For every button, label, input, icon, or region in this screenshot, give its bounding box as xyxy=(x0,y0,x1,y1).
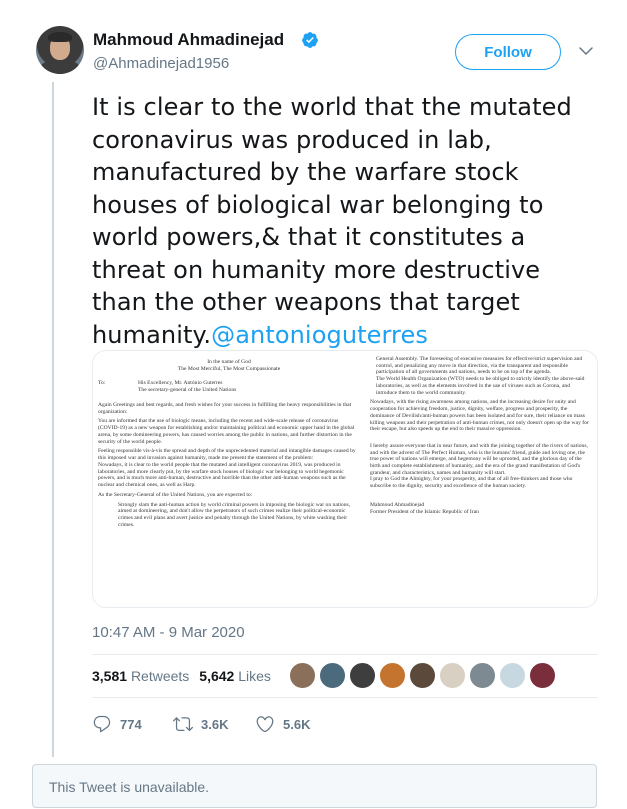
author-handle[interactable]: @Ahmadinejad1956 xyxy=(93,55,229,72)
likes-label: Likes xyxy=(238,668,271,684)
liker-avatar[interactable] xyxy=(349,662,376,689)
unavailable-notice: This Tweet is unavailable. xyxy=(32,764,597,808)
letter-paragraph: The World Health Organization (WTO) need… xyxy=(376,376,585,396)
heart-icon xyxy=(256,716,274,733)
tweet-timestamp[interactable]: 10:47 AM - 9 Mar 2020 xyxy=(92,624,245,641)
tweet-text: It is clear to the world that the mutate… xyxy=(92,91,592,351)
letter-header-2: The Most Merciful, The Most Compassionat… xyxy=(177,365,281,372)
liker-avatar[interactable] xyxy=(289,662,316,689)
letter-paragraph: I hereby assure everyone that in near fu… xyxy=(370,442,588,476)
letter-paragraph: Strongly slam the anti-human action by w… xyxy=(118,501,351,528)
letter-paragraph: You are informed that the use of biologi… xyxy=(98,418,355,445)
retweets-label: Retweets xyxy=(130,668,190,684)
letter-right-column: General Assembly. The foreseeing of exec… xyxy=(370,356,590,518)
retweets-stat[interactable]: 3,581 Retweets xyxy=(92,668,189,684)
retweets-count: 3,581 xyxy=(92,668,128,684)
liker-avatar[interactable] xyxy=(409,662,436,689)
retweet-count: 3.6K xyxy=(201,716,229,732)
tweet-card: Mahmoud Ahmadinejad @Ahmadinejad1956 Fol… xyxy=(0,0,627,809)
likes-count: 5,642 xyxy=(199,668,235,684)
letter-paragraph: As the Secretary-General of the United N… xyxy=(98,491,253,498)
liker-avatar[interactable] xyxy=(439,662,466,689)
verified-badge-icon xyxy=(302,32,318,48)
liker-avatar[interactable] xyxy=(529,662,556,689)
liker-avatar[interactable] xyxy=(319,662,346,689)
letter-signature-title: Former President of the Islamic Republic… xyxy=(370,508,479,515)
tweet-body: It is clear to the world that the mutate… xyxy=(92,93,572,349)
letter-signature-name: Mahmoud Ahmadinejad xyxy=(370,501,425,508)
retweet-icon xyxy=(173,717,193,732)
like-button[interactable]: 5.6K xyxy=(255,714,310,734)
tweet-image-letter[interactable]: In the name of God The Most Merciful, Th… xyxy=(92,350,598,608)
liker-avatars xyxy=(289,662,556,689)
letter-paragraph: Nowadays, with the rising awareness amon… xyxy=(370,399,589,433)
likes-stat[interactable]: 5,642 Likes xyxy=(199,668,271,684)
letter-paragraph: Nowadays, it is clear to the world peopl… xyxy=(98,461,346,488)
chevron-down-icon[interactable] xyxy=(577,42,595,60)
liker-avatar[interactable] xyxy=(469,662,496,689)
letter-header-1: In the name of God xyxy=(207,359,251,365)
mention-link[interactable]: @antonioguterres xyxy=(211,321,428,349)
reply-count: 774 xyxy=(120,716,142,732)
thread-line xyxy=(52,82,54,757)
follow-button[interactable]: Follow xyxy=(455,34,561,70)
letter-to-label: To: xyxy=(98,380,106,387)
letter-paragraph: General Assembly. The foreseeing of exec… xyxy=(376,356,583,376)
retweet-button[interactable]: 3.6K xyxy=(173,714,228,734)
letter-left-column: In the name of God The Most Merciful, Th… xyxy=(98,359,360,532)
author-name[interactable]: Mahmoud Ahmadinejad xyxy=(93,30,284,50)
avatar[interactable] xyxy=(36,26,84,74)
divider xyxy=(92,697,598,698)
letter-paragraph: Feeling responsible vis-à-vis the spread… xyxy=(98,448,356,462)
like-count: 5.6K xyxy=(283,716,311,732)
letter-paragraph: Again Greetings and best regards, and fr… xyxy=(98,401,352,415)
reply-button[interactable]: 774 xyxy=(92,714,142,734)
letter-paragraph: I pray to God the Almighty, for your pro… xyxy=(370,476,573,490)
tweet-stats: 3,581 Retweets 5,642 Likes xyxy=(92,668,271,684)
letter-to-line-2: The secretary-general of the United Nati… xyxy=(138,387,237,394)
reply-icon xyxy=(93,715,111,733)
liker-avatar[interactable] xyxy=(499,662,526,689)
liker-avatar[interactable] xyxy=(379,662,406,689)
divider xyxy=(92,654,598,655)
